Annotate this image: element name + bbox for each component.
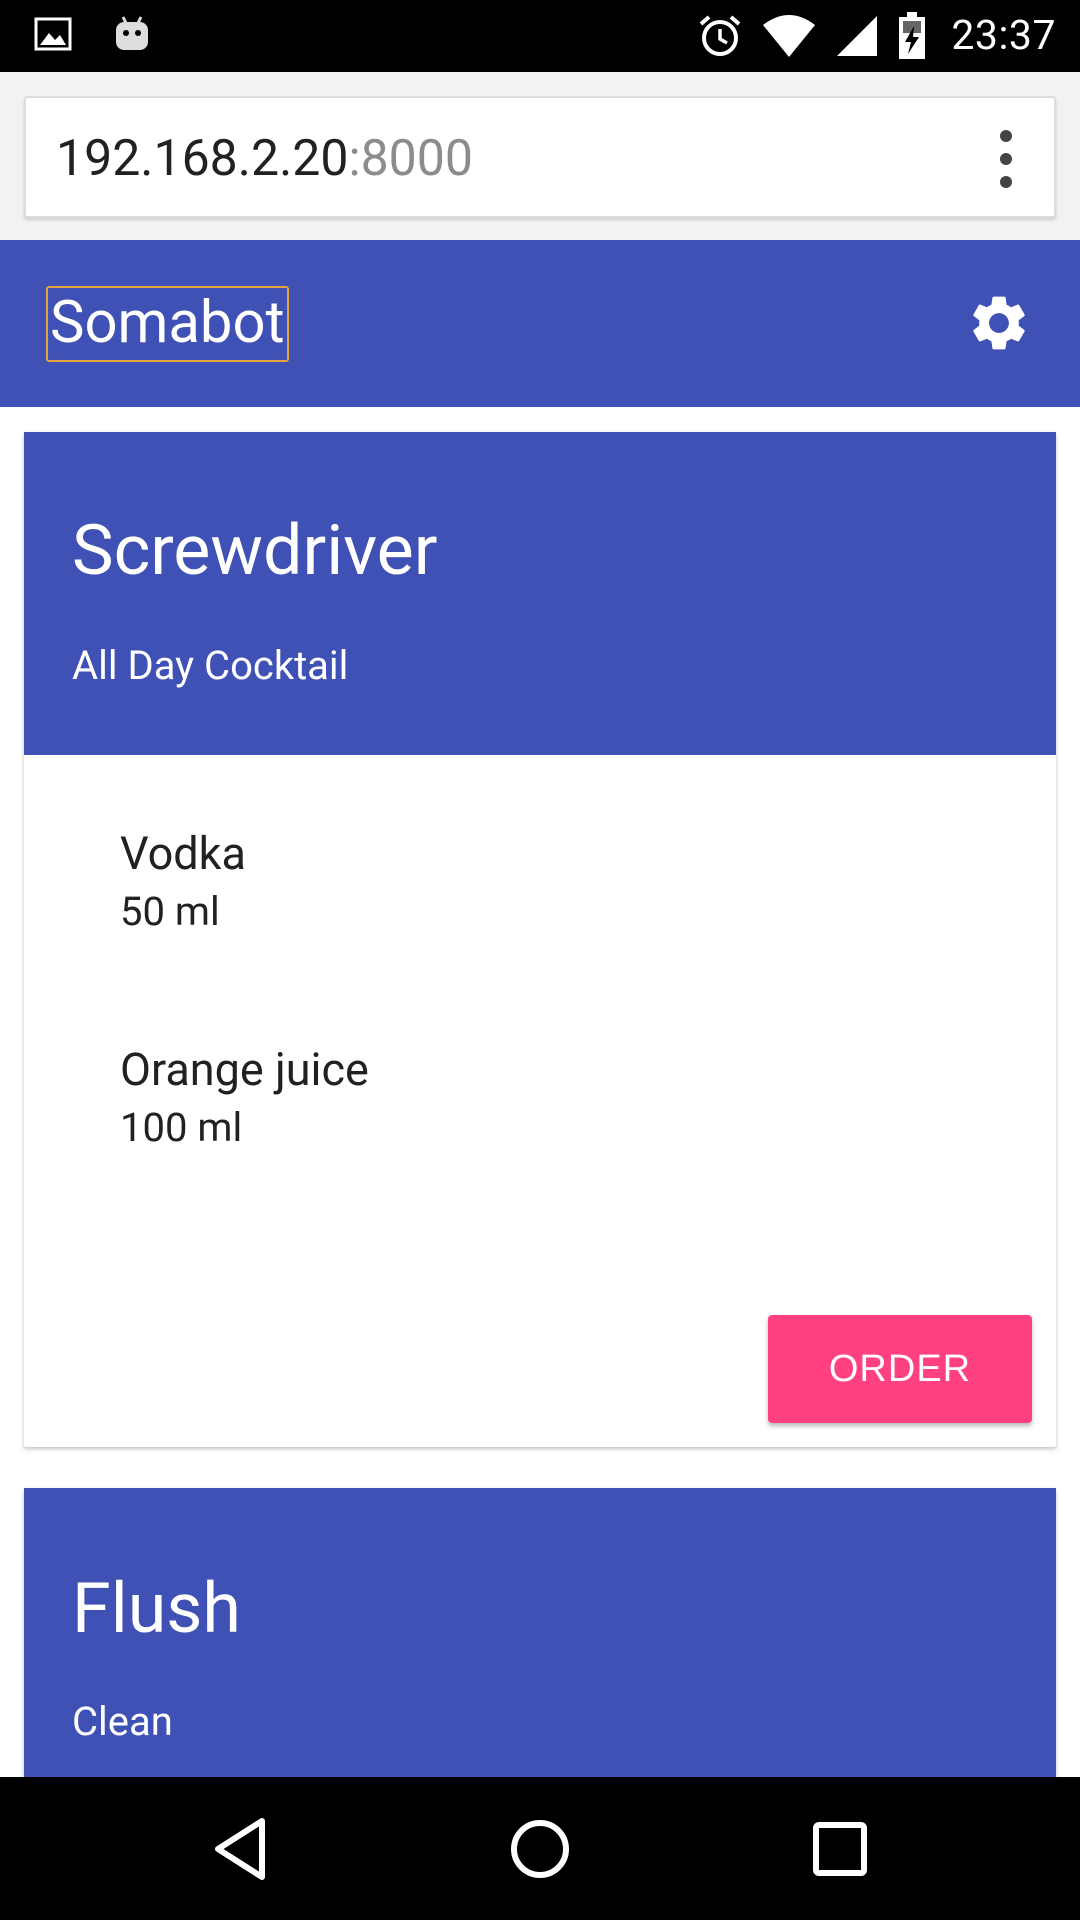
card-title: Screwdriver (72, 510, 438, 592)
app-toolbar: Somabot (0, 240, 1080, 407)
system-nav-bar (0, 1777, 1080, 1920)
wifi-icon (763, 15, 816, 57)
app-title[interactable]: Somabot (46, 286, 289, 362)
android-icon (116, 16, 148, 50)
browser-toolbar: 192.168.2.20:8000 (0, 72, 1080, 240)
back-icon[interactable] (206, 1813, 278, 1885)
ingredient-item: Orange juice 100 ml (120, 1041, 369, 1157)
ingredient-name: Orange juice (120, 1043, 369, 1096)
card-subtitle: All Day Cocktail (72, 642, 349, 689)
card-header: Flush Clean (24, 1488, 1056, 1777)
order-button[interactable]: ORDER (768, 1315, 1032, 1423)
ingredient-amount: 50 ml (120, 888, 220, 935)
url-port: :8000 (348, 130, 473, 188)
signal-icon (837, 16, 878, 56)
status-time: 23:37 (951, 12, 1056, 60)
recents-icon[interactable] (804, 1813, 876, 1885)
alarm-icon (700, 15, 741, 56)
gear-icon[interactable] (966, 290, 1032, 356)
image-icon (34, 17, 72, 51)
battery-charging-icon (899, 12, 926, 59)
status-bar: 23:37 (0, 0, 1080, 72)
card-header: Screwdriver All Day Cocktail (24, 432, 1056, 755)
ingredient-name: Vodka (120, 827, 246, 880)
status-right: 23:37 (697, 0, 1056, 72)
ingredient-amount: 100 ml (120, 1104, 243, 1151)
more-vert-icon[interactable] (998, 130, 1014, 188)
url-text[interactable]: 192.168.2.20:8000 (56, 130, 473, 188)
card-subtitle: Clean (72, 1698, 173, 1745)
ingredient-item: Vodka 50 ml (120, 825, 246, 941)
cocktail-card-screwdriver: Screwdriver All Day Cocktail Vodka 50 ml… (24, 432, 1056, 1447)
home-icon[interactable] (504, 1813, 576, 1885)
url-bar[interactable]: 192.168.2.20:8000 (24, 96, 1056, 218)
cocktail-card-flush: Flush Clean (24, 1488, 1056, 1777)
card-title: Flush (72, 1568, 241, 1650)
cocktail-list: Screwdriver All Day Cocktail Vodka 50 ml… (0, 407, 1080, 1777)
status-left (34, 14, 152, 54)
url-host: 192.168.2.20 (56, 130, 349, 188)
